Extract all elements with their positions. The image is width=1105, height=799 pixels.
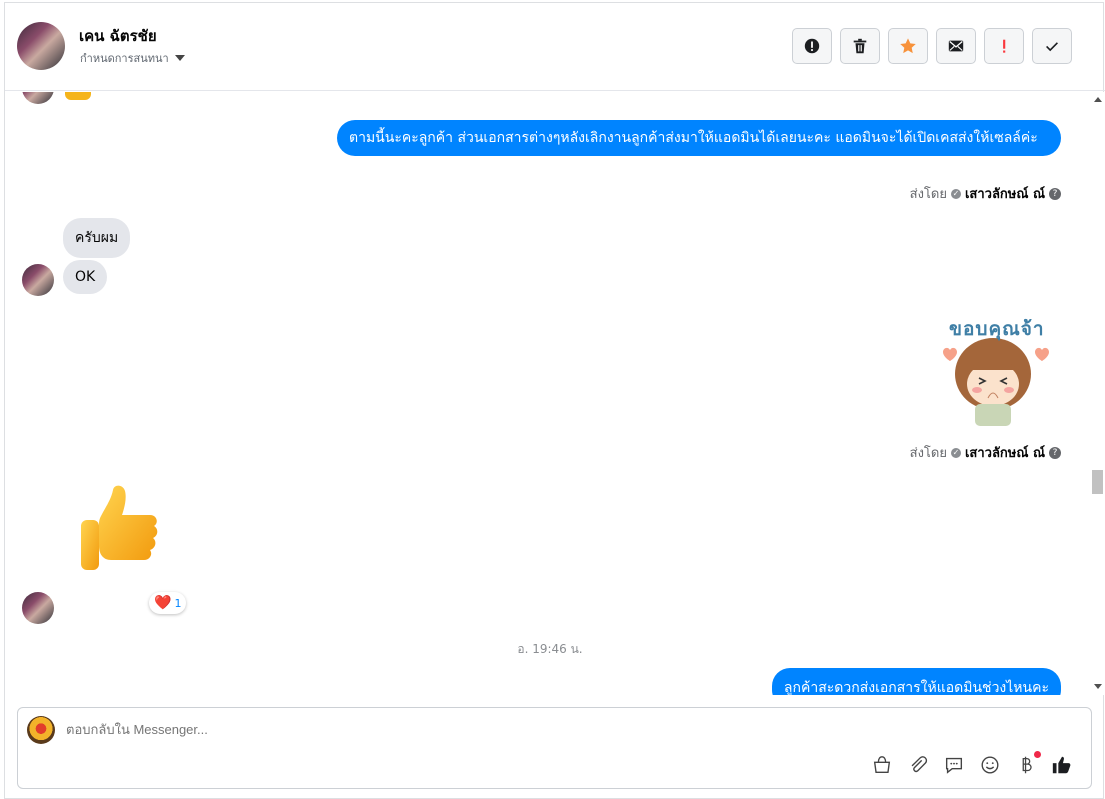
outgoing-message[interactable]: ตามนี้นะคะลูกค้า ส่วนเอกสารต่างๆหลังเลิก… xyxy=(337,120,1061,156)
scroll-up-arrow-icon[interactable] xyxy=(1094,97,1102,102)
sender-name[interactable]: เสาวลักษณ์ ณ์ xyxy=(965,442,1045,463)
sent-by-label: ส่งโดย xyxy=(909,446,947,461)
check-circle-icon: ✓ xyxy=(950,447,961,458)
mark-done-button[interactable] xyxy=(1032,28,1072,64)
scrollbar-thumb[interactable] xyxy=(1092,470,1103,494)
customer-avatar xyxy=(22,264,54,296)
reply-composer xyxy=(17,707,1092,789)
thumbs-up-sticker-partial xyxy=(65,92,91,100)
assign-conversation-dropdown[interactable]: กำหนดการสนทนา xyxy=(80,49,185,67)
sticker-text: ขอบคุณจ้า xyxy=(949,318,1045,340)
contact-name[interactable]: เคน ฉัตรชัย xyxy=(79,24,157,48)
payment-button[interactable] xyxy=(1015,751,1041,776)
customer-avatar xyxy=(22,592,54,624)
check-circle-icon: ✓ xyxy=(950,188,961,199)
composer-toolbar xyxy=(871,751,1073,776)
thread-scrollbar[interactable] xyxy=(1090,92,1105,695)
check-icon xyxy=(1046,42,1058,52)
star-button[interactable] xyxy=(888,28,928,64)
page-avatar xyxy=(27,716,55,744)
paperclip-icon[interactable] xyxy=(907,754,929,776)
sent-by-info: ส่งโดย ✓ เสาวลักษณ์ ณ์ ? xyxy=(910,442,1061,463)
outgoing-message[interactable]: ลูกค้าสะดวกส่งเอกสารให้แอดมินช่วงไหนคะ xyxy=(771,668,1061,695)
help-icon[interactable]: ? xyxy=(1049,446,1061,459)
contact-avatar[interactable] xyxy=(17,22,65,70)
sent-by-info: ส่งโดย ✓ เสาวลักษณ์ ณ์ ? xyxy=(910,183,1061,204)
reaction-count: 1 xyxy=(174,596,182,610)
follow-up-button[interactable] xyxy=(984,28,1024,64)
report-spam-icon xyxy=(804,38,820,54)
trash-icon xyxy=(853,38,867,54)
baht-icon xyxy=(1022,756,1032,774)
thumbs-up-icon xyxy=(81,485,158,570)
thumbs-up-sticker[interactable] xyxy=(73,480,173,586)
delete-button[interactable] xyxy=(840,28,880,64)
saved-reply-icon[interactable] xyxy=(943,754,965,776)
report-spam-button[interactable] xyxy=(792,28,832,64)
caret-down-icon xyxy=(174,55,185,61)
incoming-message[interactable]: OK xyxy=(63,260,108,294)
message-timestamp: อ. 19:46 น. xyxy=(517,642,583,656)
incoming-message[interactable]: ครับผม xyxy=(63,218,131,258)
help-icon[interactable]: ? xyxy=(1049,187,1061,200)
mark-unread-button[interactable] xyxy=(936,28,976,64)
message-thread[interactable]: ตามนี้นะคะลูกค้า ส่วนเอกสารต่างๆหลังเลิก… xyxy=(5,92,1105,695)
star-icon xyxy=(900,38,916,54)
thank-you-sticker[interactable]: ขอบคุณจ้า xyxy=(935,312,1065,432)
envelope-icon xyxy=(948,40,964,52)
shopping-bag-icon[interactable] xyxy=(871,754,893,776)
customer-avatar xyxy=(22,92,54,104)
notification-dot xyxy=(1034,751,1041,758)
like-icon[interactable] xyxy=(1051,754,1073,776)
conversation-header: เคน ฉัตรชัย กำหนดการสนทนา xyxy=(5,3,1105,91)
assign-label: กำหนดการสนทนา xyxy=(80,52,169,65)
sender-name[interactable]: เสาวลักษณ์ ณ์ xyxy=(965,183,1045,204)
scroll-down-arrow-icon[interactable] xyxy=(1094,684,1102,689)
sent-by-label: ส่งโดย xyxy=(909,187,947,202)
emoji-icon[interactable] xyxy=(979,754,1001,776)
messenger-conversation-panel: เคน ฉัตรชัย กำหนดการสนทนา ตามนี้นะคะลูกค… xyxy=(4,2,1105,799)
reaction-badge[interactable]: ❤️ 1 xyxy=(149,592,187,614)
reply-input[interactable] xyxy=(66,722,666,737)
heart-icon: ❤️ xyxy=(154,595,172,611)
exclamation-icon xyxy=(1003,39,1006,53)
